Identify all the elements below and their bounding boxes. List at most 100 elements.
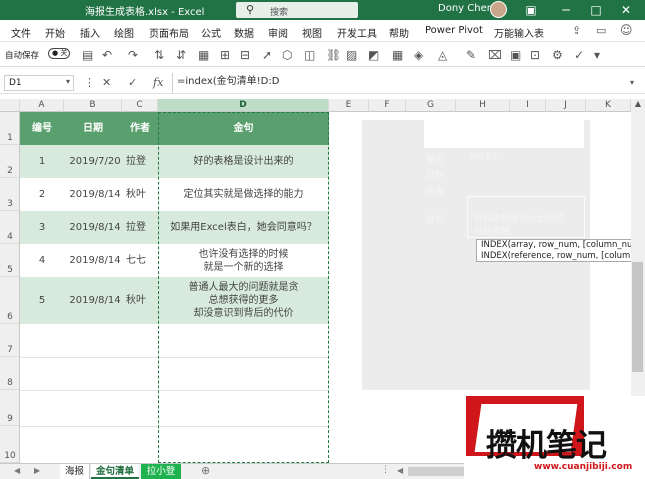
- sort-asc-icon[interactable]: ⇅: [154, 48, 164, 62]
- ribbon-display-icon[interactable]: ▣: [520, 1, 542, 19]
- highlight-icon[interactable]: ✎: [466, 48, 476, 62]
- cell-author[interactable]: 七七: [122, 244, 158, 277]
- add-sheet-icon[interactable]: ⊕: [201, 464, 210, 477]
- row-header-9[interactable]: 9: [0, 390, 20, 426]
- row-header-10[interactable]: 10: [0, 426, 20, 463]
- scroll-left-icon[interactable]: ◀: [397, 466, 403, 475]
- cell-author[interactable]: 秋叶: [122, 178, 158, 211]
- image-icon[interactable]: ◩: [368, 48, 379, 62]
- sort-desc-icon[interactable]: ⇵: [176, 48, 186, 62]
- menu-home[interactable]: 开始: [45, 25, 65, 40]
- cell-author[interactable]: 拉登: [122, 145, 158, 178]
- sheet-tab-ladeng[interactable]: 拉小登: [141, 464, 181, 479]
- row-header-6[interactable]: 6: [0, 277, 20, 324]
- sheet-tab-poster[interactable]: 海报: [60, 464, 90, 479]
- freeze-icon[interactable]: ◫: [304, 48, 315, 62]
- minimize-button[interactable]: ─: [555, 1, 577, 19]
- restore-button[interactable]: □: [585, 1, 607, 19]
- menu-page-layout[interactable]: 页面布局: [149, 25, 189, 40]
- column-header-g[interactable]: G: [406, 99, 456, 112]
- cell-author[interactable]: 拉登: [122, 211, 158, 244]
- macro-icon[interactable]: ⚙: [552, 48, 563, 62]
- expand-formula-icon[interactable]: ▾: [630, 78, 634, 87]
- customize-icon[interactable]: ▾: [594, 48, 600, 62]
- cell-author[interactable]: 秋叶: [122, 277, 158, 324]
- smiley-icon[interactable]: ☺: [620, 23, 633, 37]
- row-header-4[interactable]: 4: [0, 211, 20, 244]
- column-header-k[interactable]: K: [586, 99, 631, 112]
- column-header-j[interactable]: J: [546, 99, 586, 112]
- column-header-c[interactable]: C: [122, 99, 158, 112]
- name-box[interactable]: D1: [4, 75, 74, 91]
- menu-formulas[interactable]: 公式: [201, 25, 221, 40]
- menu-file[interactable]: 文件: [11, 25, 31, 40]
- row-header-8[interactable]: 8: [0, 357, 20, 390]
- row-header-1[interactable]: 1: [0, 112, 20, 145]
- autosave-toggle[interactable]: ● 关: [48, 48, 70, 59]
- menu-draw[interactable]: 绘图: [114, 25, 134, 40]
- row-header-7[interactable]: 7: [0, 324, 20, 357]
- column-header-e[interactable]: E: [329, 99, 369, 112]
- avatar[interactable]: [490, 1, 507, 18]
- paste-icon[interactable]: ▣: [510, 48, 521, 62]
- cell-date[interactable]: 2019/8/14: [64, 211, 126, 244]
- pointer-icon[interactable]: ➚: [262, 48, 272, 62]
- scroll-up-icon[interactable]: ▲: [631, 99, 645, 112]
- menu-view[interactable]: 视图: [302, 25, 322, 40]
- formula-input[interactable]: =index(金句清单!D:D: [172, 73, 638, 93]
- cancel-icon[interactable]: ✕: [102, 76, 111, 89]
- cell-id[interactable]: 5: [20, 277, 64, 324]
- merge-icon[interactable]: ⊞: [220, 48, 230, 62]
- link-icon[interactable]: ⛓: [326, 48, 341, 62]
- tab-split-icon[interactable]: ⋮: [381, 465, 390, 475]
- menu-insert[interactable]: 插入: [80, 25, 100, 40]
- chart-icon[interactable]: ▨: [346, 48, 357, 62]
- cell-id[interactable]: 2: [20, 178, 64, 211]
- fill-color-icon[interactable]: ◈: [414, 48, 423, 62]
- next-sheet-icon[interactable]: ▶: [34, 466, 40, 475]
- cell-id[interactable]: 4: [20, 244, 64, 277]
- redo-icon[interactable]: ↷: [128, 48, 138, 62]
- row-header-2[interactable]: 2: [0, 145, 20, 178]
- comment-icon[interactable]: ▭: [596, 24, 606, 37]
- cell-id[interactable]: 3: [20, 211, 64, 244]
- column-header-f[interactable]: F: [369, 99, 406, 112]
- shape-icon[interactable]: ⬡: [282, 48, 292, 62]
- menu-data[interactable]: 数据: [234, 25, 254, 40]
- share-icon[interactable]: ⇪: [572, 24, 581, 37]
- cell-date[interactable]: 2019/7/20: [64, 145, 126, 178]
- filter-icon[interactable]: ⊡: [530, 48, 540, 62]
- close-button[interactable]: ✕: [615, 1, 637, 19]
- cells-icon[interactable]: ⊟: [240, 48, 250, 62]
- format-icon[interactable]: ⌧: [488, 48, 502, 62]
- prev-sheet-icon[interactable]: ◀: [14, 466, 20, 475]
- grid-icon[interactable]: ▦: [392, 48, 403, 62]
- vertical-scroll-thumb[interactable]: [632, 262, 643, 372]
- cell-date[interactable]: 2019/8/14: [64, 244, 126, 277]
- brush-icon[interactable]: ✓: [574, 48, 584, 62]
- horizontal-scroll-thumb[interactable]: [408, 467, 464, 476]
- table-icon[interactable]: ▦: [198, 48, 209, 62]
- enter-icon[interactable]: ✓: [128, 76, 137, 89]
- column-header-h[interactable]: H: [456, 99, 510, 112]
- column-header-i[interactable]: I: [510, 99, 546, 112]
- row-header-5[interactable]: 5: [0, 244, 20, 277]
- column-header-a[interactable]: A: [20, 99, 64, 112]
- select-all-corner[interactable]: [0, 99, 20, 112]
- undo-icon[interactable]: ↶: [102, 48, 112, 62]
- menu-review[interactable]: 审阅: [268, 25, 288, 40]
- sheet-tab-quotes[interactable]: 金句清单: [91, 464, 139, 479]
- name-box-dropdown-icon[interactable]: ▾: [66, 77, 70, 86]
- menu-help[interactable]: 帮助: [389, 25, 409, 40]
- save-icon[interactable]: ▤: [82, 48, 93, 62]
- search-box[interactable]: ⚲ 搜索: [236, 2, 358, 18]
- cell-date[interactable]: 2019/8/14: [64, 277, 126, 324]
- menu-input-table[interactable]: 万能输入表: [494, 25, 544, 40]
- menu-developer[interactable]: 开发工具: [337, 25, 377, 40]
- row-header-3[interactable]: 3: [0, 178, 20, 211]
- cell-date[interactable]: 2019/8/14: [64, 178, 126, 211]
- column-header-d[interactable]: D: [158, 99, 329, 112]
- cell-id[interactable]: 1: [20, 145, 64, 178]
- user-name[interactable]: Dony Chen: [438, 3, 493, 14]
- column-header-b[interactable]: B: [64, 99, 122, 112]
